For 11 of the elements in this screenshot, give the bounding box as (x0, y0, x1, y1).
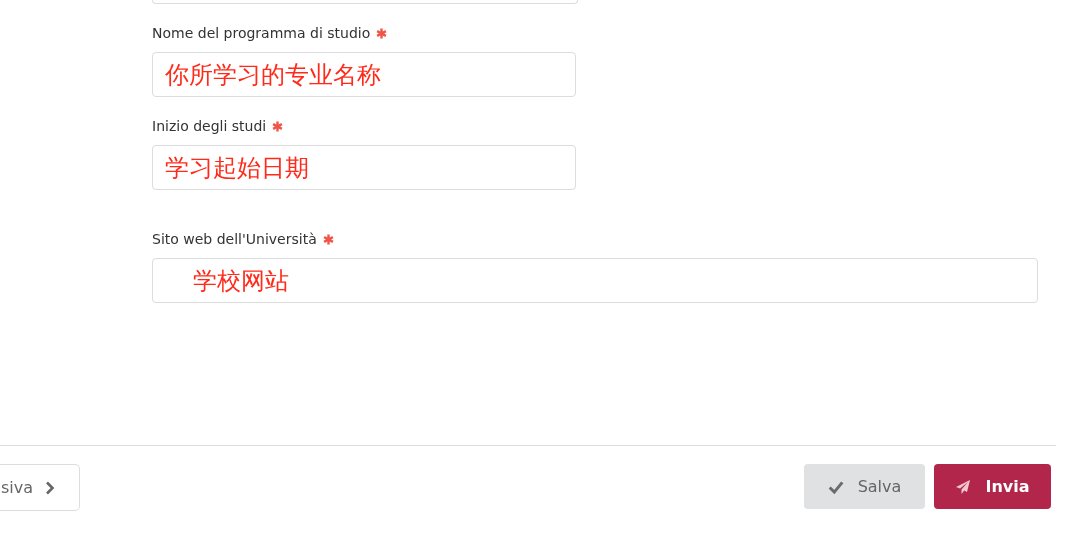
submit-button[interactable]: Invia (934, 464, 1051, 509)
input-field[interactable]: 学校网站 (152, 258, 1038, 303)
field-label: Sito web dell'Università (152, 231, 317, 247)
input-field[interactable]: 你所学习的专业名称 (152, 52, 576, 97)
save-button[interactable]: Salva (804, 464, 925, 509)
next-button[interactable]: siva (0, 464, 80, 511)
paper-plane-icon (955, 478, 972, 495)
chevron-right-icon (45, 480, 55, 495)
input-field[interactable]: 学习起始日期 (152, 145, 576, 190)
field-label: Nome del programma di studio (152, 25, 371, 41)
field-label: Inizio degli studi (152, 118, 267, 134)
